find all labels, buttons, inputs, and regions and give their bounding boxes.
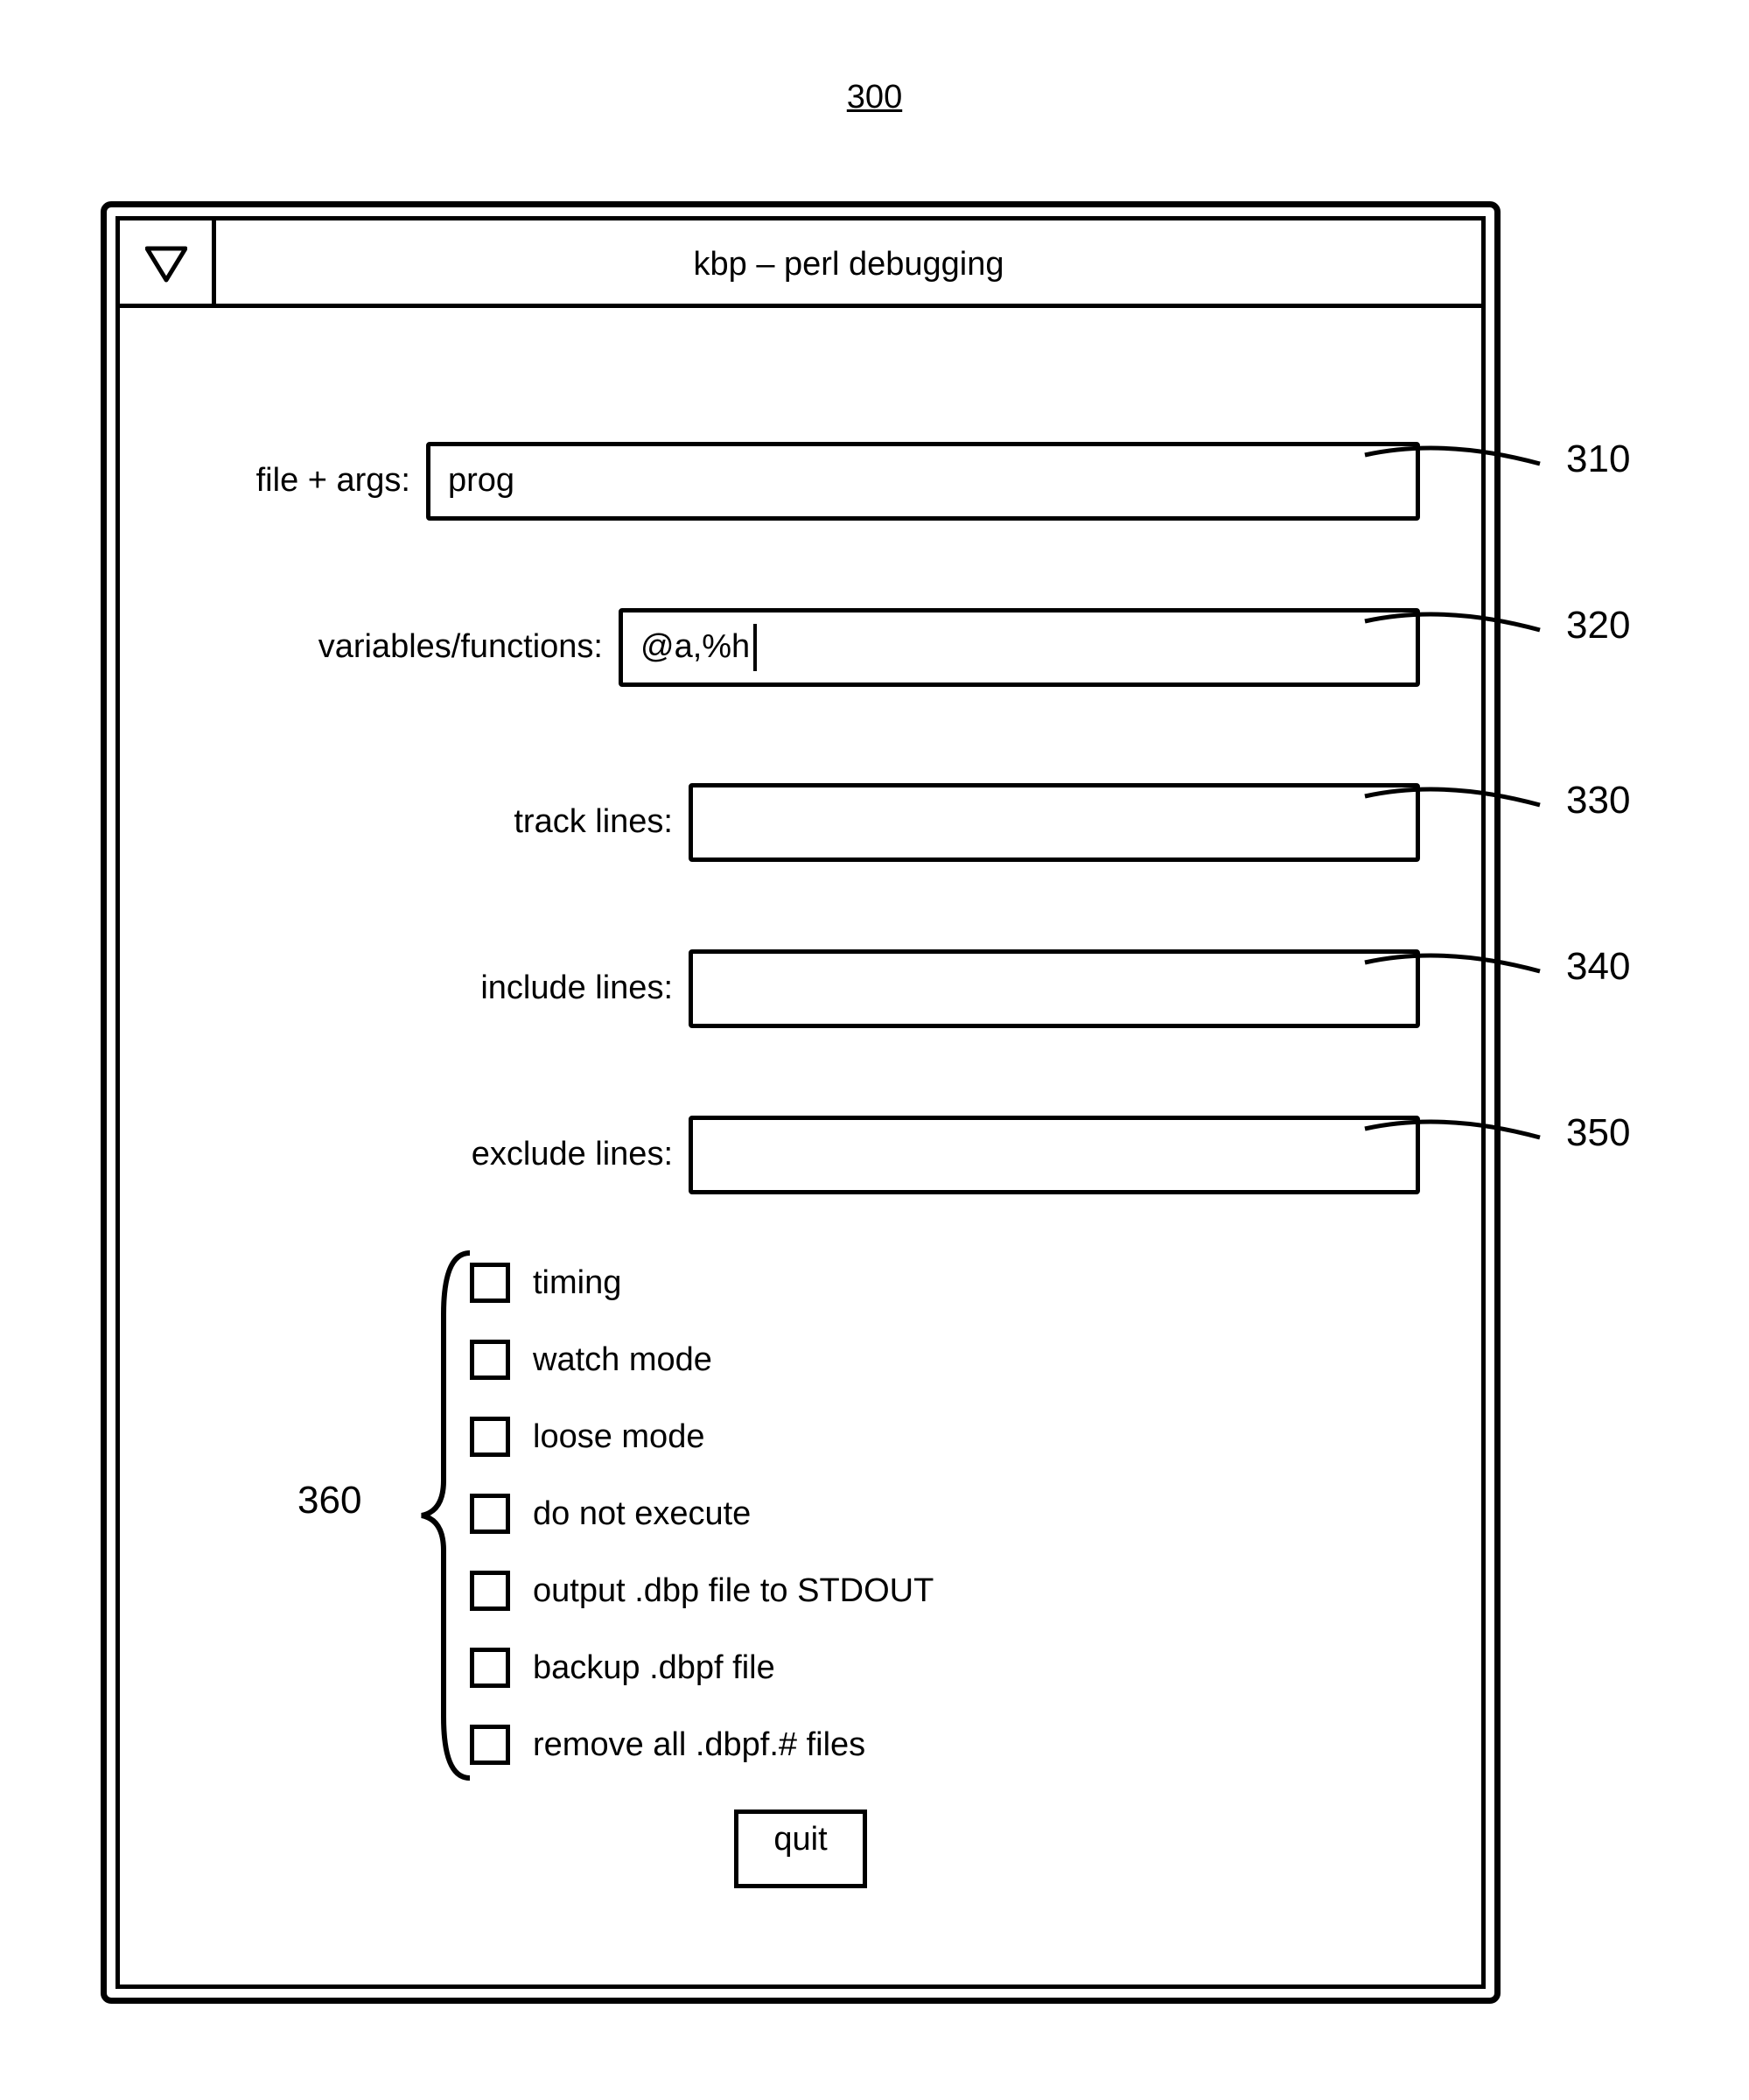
checkbox-5[interactable]: [470, 1648, 510, 1688]
checkbox-row-1: watch mode: [470, 1321, 934, 1398]
window-inner-frame: kbp – perl debugging file + args: prog v…: [115, 216, 1486, 1989]
label-include-lines: include lines:: [164, 970, 689, 1007]
checkbox-row-6: remove all .dbpf.# files: [470, 1706, 934, 1783]
callout-310: 310: [1566, 438, 1630, 481]
row-track-lines: track lines:: [164, 780, 1420, 864]
input-include-lines[interactable]: [689, 949, 1420, 1028]
checkbox-label-3: do not execute: [533, 1495, 751, 1533]
value-file-args: prog: [448, 462, 514, 500]
window-title: kbp – perl debugging: [216, 220, 1481, 308]
label-file-args: file + args:: [164, 462, 426, 500]
row-include-lines: include lines:: [164, 947, 1420, 1030]
input-track-lines[interactable]: [689, 783, 1420, 862]
text-cursor: [753, 624, 757, 671]
checkbox-label-4: output .dbp file to STDOUT: [533, 1572, 934, 1610]
callout-320: 320: [1566, 604, 1630, 648]
window-outer-frame: kbp – perl debugging file + args: prog v…: [101, 201, 1501, 2004]
checkbox-row-0: timing: [470, 1244, 934, 1321]
row-file-args: file + args: prog: [164, 439, 1420, 522]
checkbox-0[interactable]: [470, 1263, 510, 1303]
quit-row: quit: [120, 1810, 1481, 1888]
label-vars-funcs: variables/functions:: [164, 628, 619, 666]
checkbox-label-1: watch mode: [533, 1341, 712, 1379]
checkbox-3[interactable]: [470, 1494, 510, 1534]
checkbox-label-0: timing: [533, 1264, 621, 1302]
quit-button[interactable]: quit: [734, 1810, 866, 1888]
callout-340: 340: [1566, 945, 1630, 989]
row-vars-funcs: variables/functions: @a,%h: [164, 606, 1420, 689]
checkbox-group: timing watch mode loose mode do not execute…: [470, 1244, 934, 1783]
triangle-down-icon: [145, 243, 187, 285]
checkbox-label-6: remove all .dbpf.# files: [533, 1726, 865, 1764]
checkbox-row-5: backup .dbpf file: [470, 1629, 934, 1706]
checkbox-2[interactable]: [470, 1417, 510, 1457]
checkbox-6[interactable]: [470, 1725, 510, 1765]
label-track-lines: track lines:: [164, 803, 689, 841]
callout-330: 330: [1566, 779, 1630, 822]
callout-360: 360: [297, 1479, 361, 1522]
input-vars-funcs[interactable]: @a,%h: [619, 608, 1420, 687]
label-exclude-lines: exclude lines:: [164, 1136, 689, 1173]
input-exclude-lines[interactable]: [689, 1116, 1420, 1194]
callout-350: 350: [1566, 1111, 1630, 1155]
figure-number: 300: [0, 79, 1749, 116]
checkbox-1[interactable]: [470, 1340, 510, 1380]
checkbox-label-5: backup .dbpf file: [533, 1649, 775, 1687]
window-menu-button[interactable]: [120, 220, 216, 308]
checkbox-label-2: loose mode: [533, 1418, 704, 1456]
value-vars-funcs: @a,%h: [640, 628, 750, 666]
titlebar: kbp – perl debugging: [120, 220, 1481, 308]
input-file-args[interactable]: prog: [426, 442, 1420, 521]
checkbox-4[interactable]: [470, 1571, 510, 1611]
checkbox-row-4: output .dbp file to STDOUT: [470, 1552, 934, 1629]
row-exclude-lines: exclude lines:: [164, 1113, 1420, 1196]
checkbox-row-2: loose mode: [470, 1398, 934, 1475]
checkbox-row-3: do not execute: [470, 1475, 934, 1552]
